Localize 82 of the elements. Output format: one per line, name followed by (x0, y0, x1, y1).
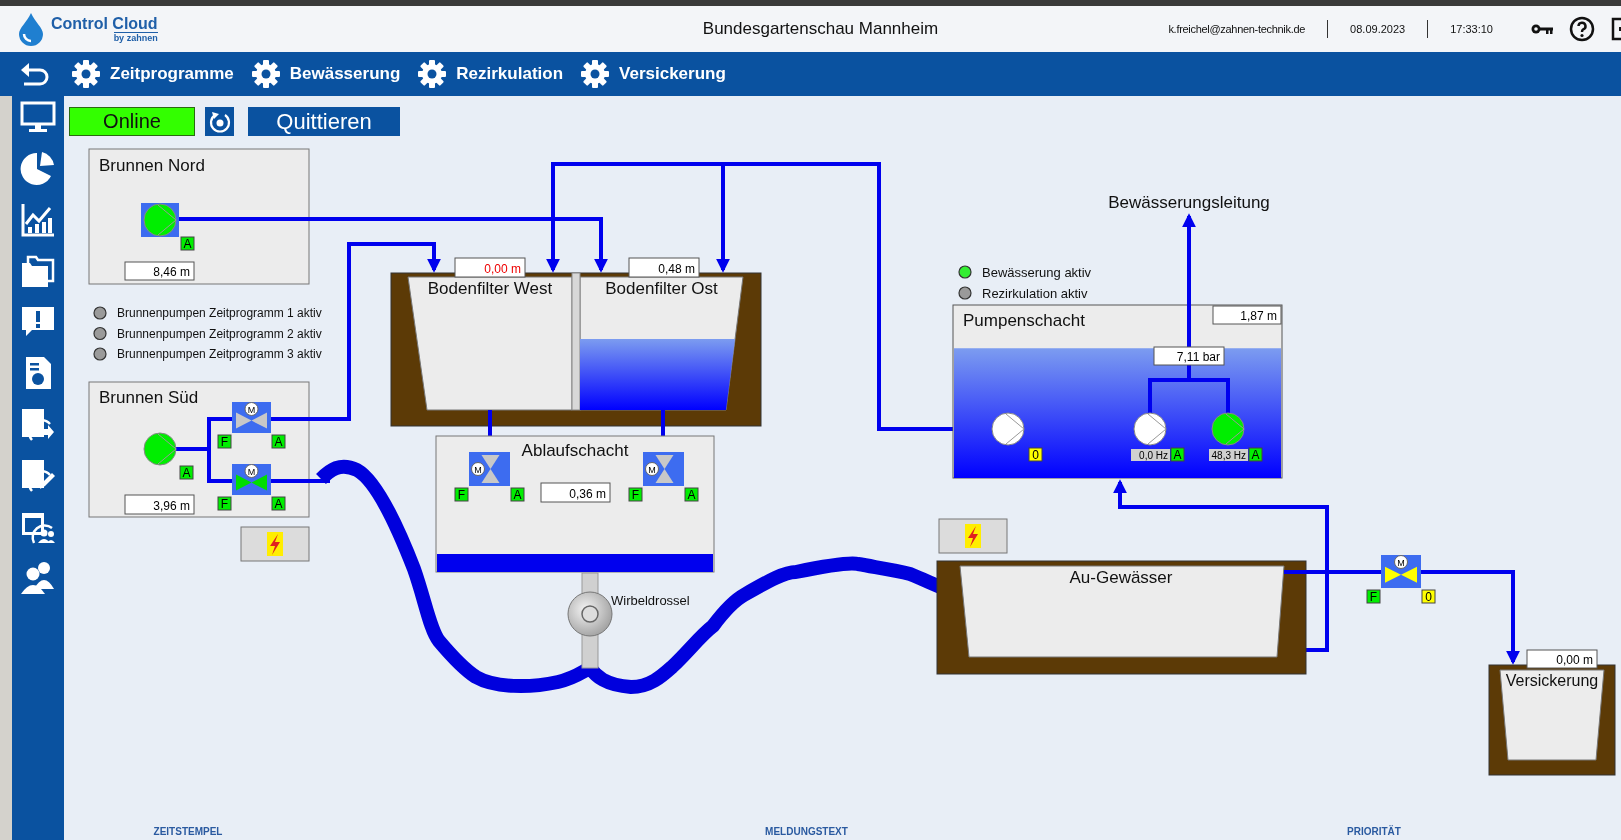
column-header: ZEITSTEMPEL (153, 825, 223, 837)
users-icon[interactable] (21, 562, 54, 594)
mode-tag: F (628, 487, 643, 502)
column-header: MELDUNGSTEXT (765, 825, 848, 837)
nav-tab[interactable]: Rezirkulation (418, 60, 564, 88)
pipe-line (174, 415, 234, 485)
water-drop-icon (17, 12, 45, 46)
frequency-reading: 48,3 Hz (1209, 449, 1248, 461)
app-name: Control Cloud (51, 15, 158, 32)
shaft-title: Ablaufschacht (521, 441, 629, 460)
mode-tag: F (217, 496, 232, 511)
online-status-button[interactable]: Online (69, 107, 195, 136)
app-byline: by zahnen (113, 31, 158, 43)
line-label: Bewässerungsleitung (1108, 193, 1270, 212)
table-export-icon[interactable] (22, 409, 54, 441)
valve-icon[interactable]: M (232, 464, 271, 495)
alert-message-icon[interactable] (22, 307, 54, 336)
level-reading: 3,96 m (124, 494, 195, 515)
mode-tag: F (454, 487, 469, 502)
nav-tab[interactable]: Zeitprogramme (72, 60, 234, 88)
user-email: k.freichel@zahnen-technik.de (1168, 23, 1306, 35)
folders-icon[interactable] (22, 255, 55, 287)
basin-title: Versickerung (1505, 672, 1599, 689)
level-reading: 0,36 m (540, 482, 611, 503)
mode-tag: A (1170, 447, 1185, 462)
valve-icon[interactable]: M (469, 452, 510, 486)
mode-tag: A (1248, 447, 1263, 462)
mode-tag: A (271, 434, 286, 449)
mode-tag: A (271, 496, 286, 511)
refresh-button[interactable] (205, 107, 234, 136)
indicator-label: Bewässerung aktiv (982, 265, 1092, 280)
back-icon[interactable] (20, 61, 50, 87)
acknowledge-button[interactable]: Quittieren (248, 107, 400, 136)
site-title: Bundesgartenschau Mannheim (701, 19, 939, 39)
calendar-people-icon[interactable] (22, 513, 55, 544)
level-reading: 8,46 m (124, 261, 195, 281)
pump-icon[interactable] (991, 412, 1025, 446)
pump-icon[interactable] (1211, 412, 1245, 446)
shaft-title: Pumpenschacht (963, 311, 1085, 330)
date-text: 08.09.2023 (1350, 23, 1406, 35)
nav-tab[interactable]: Bewässerung (251, 60, 401, 88)
settings-icon (72, 60, 100, 88)
mode-tag: A (179, 465, 194, 480)
report-icon[interactable] (26, 357, 51, 389)
mode-tag: 0 (1028, 447, 1043, 462)
valve-icon[interactable]: M (643, 452, 684, 486)
monitor-icon[interactable] (20, 101, 56, 132)
frequency-reading: 0,0 Hz (1131, 449, 1170, 461)
level-reading: 0,48 m (628, 257, 700, 278)
table-edit-icon[interactable] (22, 460, 55, 492)
line-chart-icon[interactable] (21, 204, 54, 237)
throttle-label: Wirbeldrossel (611, 593, 690, 608)
station-title: Brunnen Nord (99, 156, 205, 175)
help-icon[interactable] (1569, 16, 1595, 42)
indicator-label: Brunnenpumpen Zeitprogramm 3 aktiv (117, 347, 322, 361)
time-text: 17:33:10 (1450, 23, 1493, 35)
basin-title: Au-Gewässer (1069, 568, 1173, 587)
indicator-label: Brunnenpumpen Zeitprogramm 2 aktiv (117, 326, 322, 341)
column-header: PRIORITÄT (1347, 825, 1401, 837)
basin-title: Bodenfilter West (427, 279, 553, 298)
station-title: Brunnen Süd (99, 388, 199, 407)
pump-icon[interactable] (1133, 412, 1167, 446)
pie-chart-icon[interactable] (20, 152, 54, 185)
pressure-reading: 7,11 bar (1153, 346, 1225, 366)
mode-tag: F (1366, 589, 1381, 604)
mode-tag: A (684, 487, 699, 502)
vortex-throttle-icon (567, 572, 613, 669)
valve-icon[interactable]: M (232, 402, 271, 433)
mode-tag: F (217, 434, 232, 449)
mode-tag: A (180, 236, 195, 251)
mode-tag: A (510, 487, 525, 502)
nav-tab[interactable]: Versickerung (581, 60, 726, 88)
indicator-label: Rezirkulation aktiv (982, 286, 1088, 301)
indicator-label: Brunnenpumpen Zeitprogramm 1 aktiv (117, 306, 322, 320)
level-reading: 0,00 m (454, 257, 526, 278)
level-reading: 1,87 m (1212, 305, 1282, 325)
level-reading: 0,00 m (1526, 649, 1598, 669)
mode-tag: 0 (1421, 589, 1436, 604)
key-icon[interactable] (1531, 23, 1553, 35)
valve-icon[interactable]: M (1381, 555, 1421, 588)
basin-title: Bodenfilter Ost (605, 279, 718, 298)
pipe-line (271, 479, 330, 483)
